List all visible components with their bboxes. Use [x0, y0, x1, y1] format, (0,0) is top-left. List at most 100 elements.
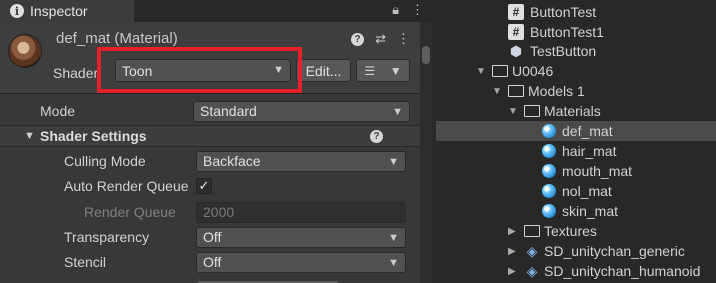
- shader-settings-section[interactable]: ▼ Shader Settings ?: [0, 125, 420, 147]
- shader-label: Shader: [53, 65, 99, 81]
- prefab-icon: ⬢: [509, 42, 523, 59]
- transparency-label: Transparency: [64, 229, 150, 245]
- tree-item[interactable]: ▼ U0046: [436, 61, 716, 81]
- culling-row: Culling Mode Backface ▼: [0, 150, 420, 172]
- tab-inspector-label: Inspector: [30, 3, 88, 19]
- tab-inspector[interactable]: i Inspector: [0, 0, 134, 22]
- foldout-triangle-icon: ▼: [24, 130, 35, 142]
- script-icon: #: [508, 4, 524, 20]
- mode-row: Mode Standard ▼: [0, 100, 420, 122]
- preset-icon[interactable]: ⇄: [375, 31, 386, 47]
- chevron-down-icon: ▼: [388, 231, 399, 244]
- tree-item-label: SD_unitychan_generic: [544, 243, 685, 259]
- tree-item-label: Textures: [544, 223, 597, 239]
- chevron-right-icon[interactable]: ▶: [508, 246, 516, 257]
- tree-item[interactable]: ▼ Materials: [436, 101, 716, 121]
- chevron-down-icon: ▼: [388, 155, 399, 168]
- tree-item-label: skin_mat: [562, 203, 619, 219]
- render-queue-field: 2000: [196, 201, 406, 223]
- tree-item-label: ButtonTest: [530, 4, 597, 20]
- highlight-box: [97, 47, 302, 93]
- culling-dropdown[interactable]: Backface ▼: [196, 150, 406, 172]
- stencil-dropdown[interactable]: Off ▼: [196, 251, 406, 273]
- lock-icon[interactable]: 🔒︎: [392, 2, 399, 18]
- auto-render-queue-label: Auto Render Queue: [64, 178, 189, 194]
- header-icons: ? ⇄ ⋮: [351, 31, 410, 47]
- scrollbar-thumb[interactable]: [422, 46, 430, 64]
- list-icon: ☰: [364, 63, 376, 78]
- edit-shader-button[interactable]: Edit...: [296, 59, 351, 82]
- material-icon: [542, 204, 556, 218]
- inspector-panel: i Inspector 🔒︎ ⋮ def_mat (Material) ? ⇄ …: [0, 0, 432, 283]
- material-icon: [542, 124, 556, 138]
- chevron-right-icon[interactable]: ▶: [508, 226, 516, 237]
- render-queue-value: 2000: [203, 204, 235, 220]
- auto-render-queue-checkbox[interactable]: ✓: [196, 178, 212, 194]
- chevron-down-icon: ▼: [388, 256, 399, 269]
- render-queue-label: Render Queue: [84, 204, 176, 220]
- transparency-row: Transparency Off ▼: [0, 226, 420, 248]
- tree-item-label: ButtonTest1: [530, 24, 604, 40]
- tree-item-label: U0046: [512, 63, 554, 79]
- tree-item-label: SD_unitychan_humanoid: [544, 263, 701, 279]
- transparency-dropdown[interactable]: Off ▼: [196, 226, 406, 248]
- chevron-down-icon: ▼: [389, 63, 402, 78]
- inspector-tab-bar: i Inspector 🔒︎ ⋮: [0, 0, 432, 22]
- tab-bar-icons: 🔒︎ ⋮: [392, 2, 424, 18]
- material-preview-icon: [8, 34, 42, 68]
- tree-item[interactable]: hair_mat: [436, 141, 716, 161]
- tree-item-label: Materials: [544, 103, 601, 119]
- tree-item-label: mouth_mat: [562, 163, 633, 179]
- tree-item[interactable]: # ButtonTest1: [436, 22, 716, 42]
- auto-render-queue-row: Auto Render Queue ✓: [0, 175, 420, 197]
- tree-item-selected[interactable]: def_mat: [436, 121, 716, 141]
- chevron-down-icon: ▼: [392, 105, 403, 118]
- inspector-scrollbar[interactable]: [420, 22, 432, 283]
- material-icon: [542, 164, 556, 178]
- shader-menu-button[interactable]: ☰ ▼: [356, 59, 410, 82]
- help-icon[interactable]: ?: [370, 129, 383, 143]
- tree-item-label: nol_mat: [562, 183, 612, 199]
- more-icon[interactable]: ⋮: [397, 31, 410, 47]
- chevron-down-icon[interactable]: ▼: [476, 66, 486, 77]
- stencil-label: Stencil: [64, 254, 107, 270]
- stencil-row: Stencil Off ▼: [0, 251, 420, 273]
- chevron-down-icon[interactable]: ▼: [492, 86, 502, 97]
- folder-open-icon: [492, 65, 508, 77]
- tree-item[interactable]: ▶ ◈ SD_unitychan_humanoid: [436, 261, 716, 281]
- chevron-right-icon[interactable]: ▶: [508, 266, 516, 277]
- menu-dots-icon[interactable]: ⋮: [411, 2, 424, 18]
- tree-item-label: hair_mat: [562, 143, 617, 159]
- mode-value: Standard: [200, 103, 257, 119]
- help-icon[interactable]: ?: [351, 33, 365, 46]
- culling-label: Culling Mode: [64, 153, 146, 169]
- stencil-value: Off: [203, 254, 222, 270]
- tree-item[interactable]: mouth_mat: [436, 161, 716, 181]
- tree-item-label: TestButton: [530, 43, 597, 59]
- tree-item[interactable]: ▼ Models 1: [436, 81, 716, 101]
- folder-open-icon: [508, 85, 524, 97]
- tree-item[interactable]: ▶ ◈ SD_unitychan_generic: [436, 241, 716, 261]
- culling-value: Backface: [203, 153, 261, 169]
- mode-label: Mode: [40, 103, 76, 119]
- transparency-value: Off: [203, 229, 222, 245]
- script-icon: #: [508, 24, 524, 40]
- model-icon: ◈: [526, 262, 538, 279]
- info-icon: i: [10, 4, 24, 18]
- section-title: Shader Settings: [40, 128, 147, 144]
- tree-item[interactable]: skin_mat: [436, 201, 716, 221]
- folder-icon: [524, 225, 540, 237]
- tree-item[interactable]: nol_mat: [436, 181, 716, 201]
- folder-open-icon: [524, 105, 540, 117]
- chevron-down-icon[interactable]: ▼: [508, 106, 518, 117]
- tree-item[interactable]: ⬢ TestButton: [436, 41, 716, 61]
- mode-dropdown[interactable]: Standard ▼: [193, 100, 410, 122]
- tree-item[interactable]: ▶ Textures: [436, 221, 716, 241]
- material-title: def_mat (Material): [56, 30, 178, 47]
- tree-item-label: Models 1: [528, 83, 585, 99]
- material-icon: [542, 184, 556, 198]
- material-icon: [542, 144, 556, 158]
- render-queue-row: Render Queue 2000: [0, 201, 420, 223]
- project-tree-panel: # ButtonTest # ButtonTest1 ⬢ TestButton …: [436, 0, 716, 283]
- tree-item[interactable]: # ButtonTest: [436, 2, 716, 22]
